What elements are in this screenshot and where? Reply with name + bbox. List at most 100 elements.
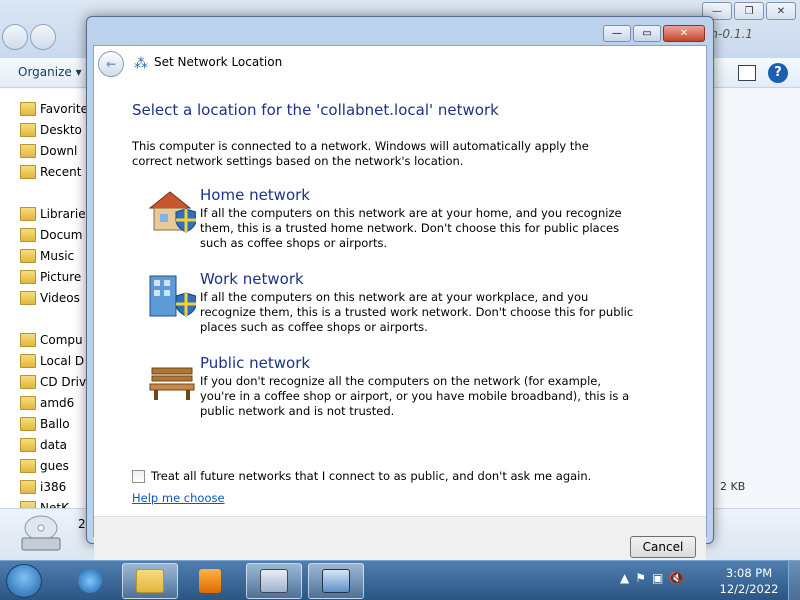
home-network-icon <box>148 191 196 233</box>
clock[interactable]: 3:08 PM 12/2/2022 <box>716 565 782 597</box>
set-network-location-dialog: — ▭ ✕ ← ⁂ Set Network Location Select a … <box>86 16 714 566</box>
nav-item-label: data <box>40 438 68 452</box>
show-hidden-icons-icon[interactable]: ▲ <box>620 571 629 585</box>
taskbar: ▲ ⚑ ▣ 🔇 3:08 PM 12/2/2022 <box>0 560 800 600</box>
network-tray-icon[interactable]: ▣ <box>652 571 663 585</box>
nav-item[interactable]: Recent <box>20 162 81 182</box>
public-network-description: If you don't recognize all the computers… <box>200 374 630 418</box>
nav-item[interactable]: i386 <box>20 477 66 497</box>
dialog-minimize-button[interactable]: — <box>603 25 631 42</box>
nav-item[interactable]: Favorites <box>20 99 94 119</box>
preview-pane-icon[interactable] <box>738 65 756 81</box>
dialog-close-button[interactable]: ✕ <box>663 25 705 42</box>
taskbar-network[interactable] <box>246 563 302 599</box>
cancel-button[interactable]: Cancel <box>630 536 696 558</box>
start-button[interactable] <box>6 564 42 598</box>
folder-icon <box>20 249 36 263</box>
navigation-pane: Favorites Deskto Downl Recent Libraries Docum… <box>0 89 94 519</box>
folder-icon <box>20 207 36 221</box>
network-icon <box>260 569 288 593</box>
taskbar-media-player[interactable] <box>182 563 238 599</box>
clock-time: 3:08 PM <box>725 566 773 580</box>
folder-icon <box>20 354 36 368</box>
clock-date: 12/2/2022 <box>719 582 779 596</box>
explorer-icon <box>136 569 164 593</box>
nav-item[interactable]: data <box>20 435 67 455</box>
taskbar-explorer[interactable] <box>122 563 178 599</box>
organize-menu[interactable]: Organize ▾ <box>18 65 82 79</box>
folder-icon <box>20 396 36 410</box>
work-network-icon <box>149 275 196 317</box>
network-icon: ⁂ <box>134 56 148 72</box>
nav-item-label: Videos <box>40 291 80 305</box>
nav-item-label: Music <box>40 249 75 263</box>
public-networks-checkbox-row[interactable]: Treat all future networks that I connect… <box>132 469 591 483</box>
help-icon[interactable]: ? <box>768 63 788 83</box>
folder-icon <box>20 459 36 473</box>
explorer-window-controls: — ❐ ✕ <box>702 2 796 20</box>
taskbar-set-network-location[interactable] <box>308 563 364 599</box>
nav-item[interactable]: Libraries <box>20 204 92 224</box>
home-network-option[interactable]: Home network If all the computers on thi… <box>146 186 626 258</box>
public-network-title[interactable]: Public network <box>200 354 310 372</box>
treat-as-public-checkbox[interactable] <box>132 469 145 483</box>
home-network-description: If all the computers on this network are… <box>200 206 622 250</box>
folder-icon <box>20 291 36 305</box>
dialog-footer <box>94 516 706 566</box>
folder-icon <box>20 375 36 389</box>
taskbar-ie[interactable] <box>62 563 118 599</box>
restore-button[interactable]: ❐ <box>734 2 764 20</box>
public-network-option[interactable]: Public network If you don't recognize al… <box>146 354 629 426</box>
nav-item[interactable]: Music <box>20 246 74 266</box>
nav-item[interactable]: Local D <box>20 351 84 371</box>
volume-muted-icon[interactable]: 🔇 <box>669 571 684 585</box>
nav-item[interactable]: Docum <box>20 225 82 245</box>
back-arrow-icon[interactable]: ← <box>98 51 124 77</box>
folder-icon <box>20 480 36 494</box>
nav-item-label: i386 <box>40 480 67 494</box>
nav-item-label: Libraries <box>40 207 92 221</box>
nav-item[interactable]: gues <box>20 456 69 476</box>
nav-item[interactable]: CD Driv <box>20 372 86 392</box>
action-center-flag-icon[interactable]: ⚑ <box>635 571 646 585</box>
close-button[interactable]: ✕ <box>766 2 796 20</box>
cd-drive-icon <box>21 515 61 551</box>
nav-item-label: Compu <box>40 333 83 347</box>
nav-item-label: Docum <box>40 228 83 242</box>
nav-item-label: gues <box>40 459 69 473</box>
nav-item-label: Ballo <box>40 417 70 431</box>
folder-icon <box>20 438 36 452</box>
show-desktop-button[interactable] <box>788 561 800 600</box>
home-network-title[interactable]: Home network <box>200 186 310 204</box>
nav-item-label: amd6 <box>40 396 75 410</box>
system-tray: ▲ ⚑ ▣ 🔇 <box>620 571 684 585</box>
nav-item-label: Picture <box>40 270 82 284</box>
work-network-option[interactable]: Work network If all the computers on thi… <box>146 270 633 342</box>
nav-item[interactable]: amd6 <box>20 393 74 413</box>
work-network-title[interactable]: Work network <box>200 270 304 288</box>
checkbox-label[interactable]: Treat all future networks that I connect… <box>151 469 591 483</box>
nav-item[interactable]: Ballo <box>20 414 70 434</box>
dialog-title: Set Network Location <box>154 55 283 69</box>
nav-item[interactable]: Deskto <box>20 120 82 140</box>
forward-button[interactable] <box>30 24 56 50</box>
nav-item[interactable]: Picture <box>20 267 81 287</box>
folder-icon <box>20 165 36 179</box>
item-count: 2 <box>78 517 86 531</box>
nav-item[interactable]: Compu <box>20 330 83 350</box>
work-network-description: If all the computers on this network are… <box>200 290 634 334</box>
nav-item-label: Downl <box>40 144 78 158</box>
nav-item[interactable]: Videos <box>20 288 80 308</box>
folder-icon <box>20 102 36 116</box>
nav-item-label: CD Driv <box>40 375 87 389</box>
folder-icon <box>20 144 36 158</box>
back-button[interactable] <box>2 24 28 50</box>
nav-item-label: Deskto <box>40 123 82 137</box>
set-network-location-icon <box>322 569 350 593</box>
dialog-description: This computer is connected to a network.… <box>132 139 589 168</box>
nav-item[interactable]: Downl <box>20 141 77 161</box>
dialog-maximize-button[interactable]: ▭ <box>633 25 661 42</box>
dialog-window-controls: — ▭ ✕ <box>603 25 705 42</box>
media-player-icon <box>199 569 221 593</box>
help-me-choose-link[interactable]: Help me choose <box>132 491 225 505</box>
